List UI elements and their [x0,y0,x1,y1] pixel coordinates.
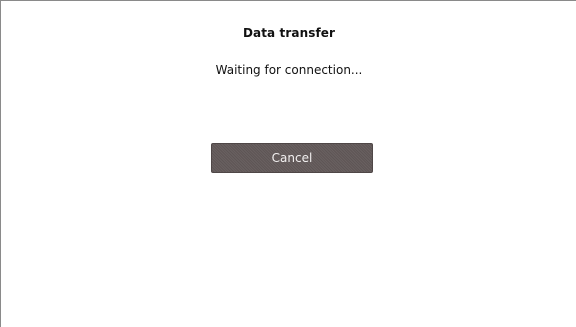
dialog-title: Data transfer [242,26,336,40]
connection-status-text: Waiting for connection... [215,63,363,77]
cancel-button[interactable]: Cancel [211,143,373,173]
data-transfer-dialog: Data transfer Waiting for connection... … [0,0,576,327]
